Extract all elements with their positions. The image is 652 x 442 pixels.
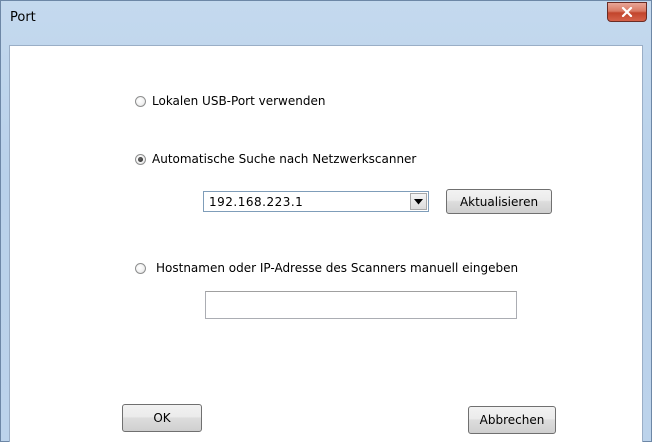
hostname-input[interactable] [205, 291, 517, 319]
close-icon [621, 7, 633, 17]
scanner-select[interactable]: 192.168.223.1 [203, 191, 429, 212]
usb-option-label: Lokalen USB-Port verwenden [152, 94, 326, 108]
usb-option[interactable]: Lokalen USB-Port verwenden [135, 94, 325, 108]
window-title: Port [10, 10, 36, 25]
ok-button[interactable]: OK [122, 404, 202, 432]
scanner-select-value: 192.168.223.1 [209, 195, 304, 209]
port-dialog: Port Lokalen USB-Port verwenden Automati… [0, 0, 652, 442]
close-button[interactable] [607, 2, 647, 22]
cancel-button[interactable]: Abbrechen [468, 406, 556, 434]
manual-radio[interactable] [135, 262, 146, 274]
dialog-body: Lokalen USB-Port verwenden Automatische … [9, 45, 643, 442]
usb-radio[interactable] [135, 95, 146, 107]
manual-option-label: Hostnamen oder IP-Adresse des Scanners m… [156, 261, 519, 275]
chevron-down-icon [414, 198, 423, 204]
auto-search-radio[interactable] [135, 153, 146, 165]
scanner-select-dropdown-button[interactable] [410, 193, 427, 210]
auto-search-option[interactable]: Automatische Suche nach Netzwerkscanner [135, 152, 416, 166]
manual-option[interactable]: Hostnamen oder IP-Adresse des Scanners m… [135, 261, 518, 275]
refresh-button[interactable]: Aktualisieren [446, 189, 552, 214]
auto-search-option-label: Automatische Suche nach Netzwerkscanner [152, 152, 417, 166]
title-bar[interactable]: Port [1, 1, 651, 45]
